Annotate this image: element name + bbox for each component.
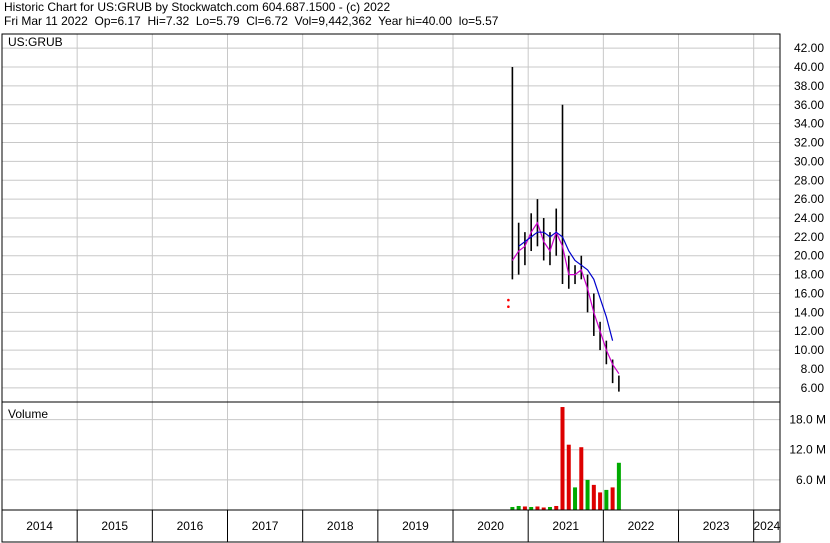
x-tick-label: 2014 [26,519,53,533]
y-tick-label: 24.00 [794,211,824,225]
volume-bar [598,492,603,510]
x-tick-label: 2015 [101,519,128,533]
y-tick-label: 38.00 [794,79,824,93]
y-tick-label: 12.00 [794,324,824,338]
y-tick-label: 40.00 [794,60,824,74]
y-tick-label: 14.00 [794,305,824,319]
volume-bar [560,407,565,510]
x-tick-label: 2021 [552,519,579,533]
x-tick-label: 2024 [753,519,780,533]
x-tick-label: 2020 [477,519,504,533]
volume-bar [573,487,578,510]
y-tick-label: 30.00 [794,154,824,168]
y-tick-label: 10.00 [794,343,824,357]
y-tick-label: 28.00 [794,173,824,187]
volume-bar [616,462,621,510]
volume-bar [604,489,609,510]
price-dot [507,298,510,302]
y-tick-label: 26.00 [794,192,824,206]
x-tick-label: 2016 [177,519,204,533]
y-tick-label: 18.00 [794,268,824,282]
y-tick-label: 6.00 [801,381,825,395]
x-tick-label: 2022 [628,519,655,533]
volume-tick-label: 6.0 M [796,473,826,487]
y-tick-label: 20.00 [794,249,824,263]
volume-bar [591,484,596,510]
chart-page: Historic Chart for US:GRUB by Stockwatch… [0,0,830,543]
x-tick-label: 2017 [252,519,279,533]
moving-average-long-line [518,231,614,341]
volume-tick-label: 12.0 M [789,443,826,457]
volume-bar [566,444,571,510]
volume-bar [610,487,615,510]
volume-panel-frame [1,401,781,511]
stock-chart: 2014 2015 2016 2017 2018 2019 2020 2021 2022 2023… [1,33,826,543]
price-dot [507,305,510,308]
volume-bar [522,506,527,510]
volume-bar [535,506,540,510]
volume-bar [579,447,584,510]
volume-bar [516,505,521,510]
y-tick-label: 8.00 [801,362,825,376]
y-tick-label: 34.00 [794,117,824,131]
volume-panel-title: Volume [8,407,48,421]
y-tick-label: 42.00 [794,41,824,55]
y-tick-label: 32.00 [794,136,824,150]
price-panel-title: US:GRUB [8,35,63,49]
volume-bar [554,505,559,510]
x-tick-label: 2018 [327,519,354,533]
y-tick-label: 22.00 [794,230,824,244]
x-tick-label: 2019 [402,519,429,533]
volume-tick-label: 18.0 M [789,413,826,427]
volume-bar [585,479,590,510]
y-tick-label: 16.00 [794,286,824,300]
y-tick-label: 36.00 [794,98,824,112]
x-tick-label: 2023 [703,519,730,533]
